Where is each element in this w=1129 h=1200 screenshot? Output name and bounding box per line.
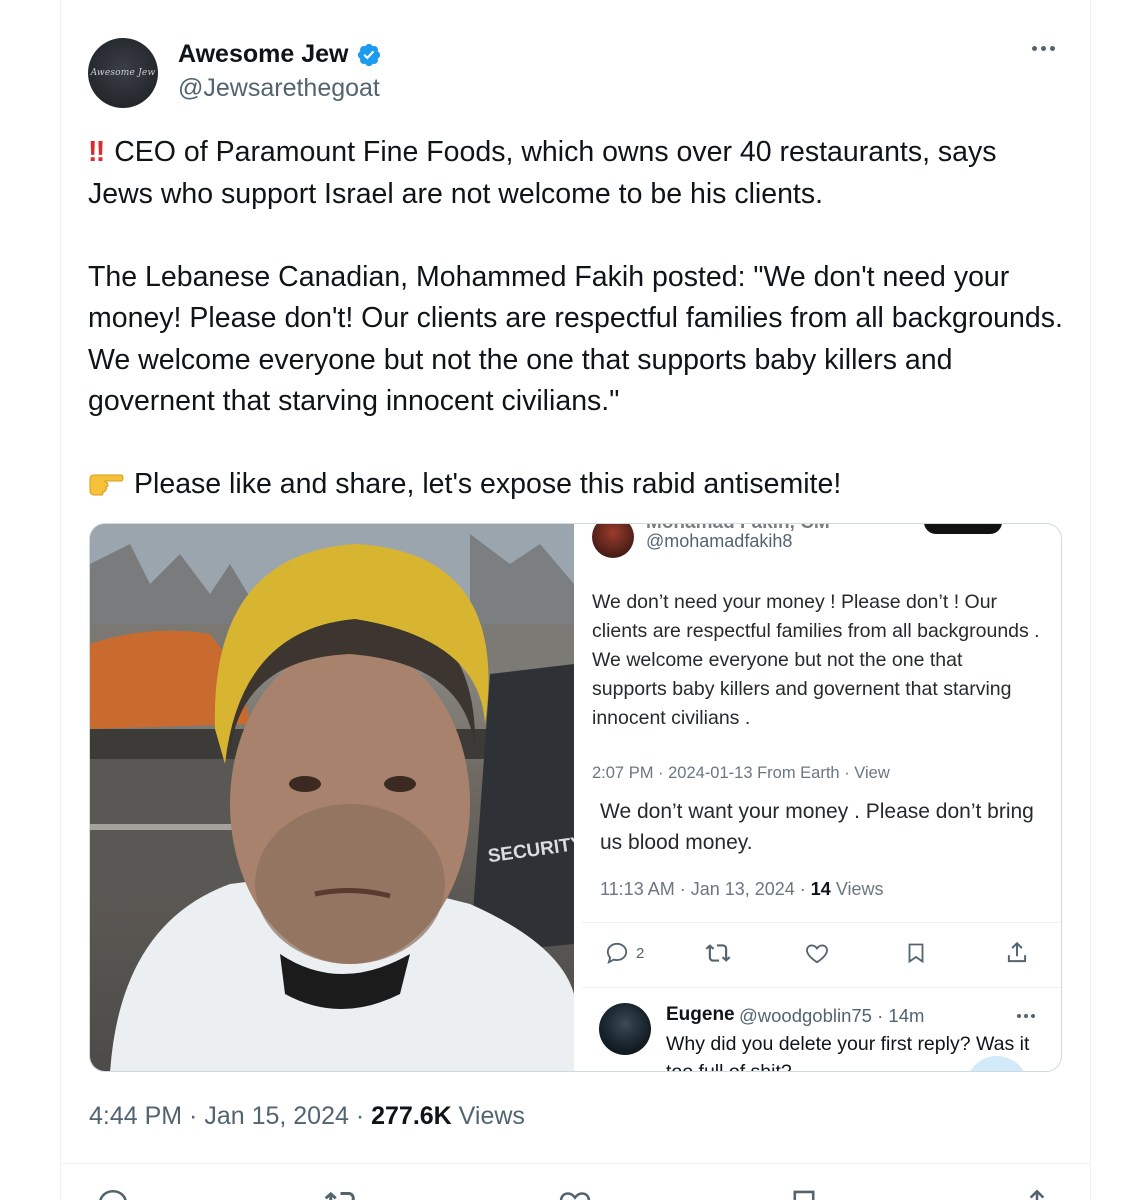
bookmark-icon [793, 1190, 815, 1200]
bookmark-icon [908, 943, 924, 964]
reply-icon [99, 1189, 127, 1200]
tweet-timestamp-views[interactable]: 4:44 PM · Jan 15, 2024 · 277.6K Views [89, 1102, 525, 1131]
video-thumbnail[interactable]: SECURITY [90, 524, 574, 1071]
share-icon [1029, 1189, 1045, 1200]
screenshot-bookmark-action [904, 940, 928, 966]
avatar-text: Awesome Jew [90, 68, 156, 78]
tweet-action-bar [95, 1186, 1055, 1200]
reply-avatar [599, 1003, 651, 1055]
repost-icon [324, 1191, 355, 1200]
pointing-finger-emoji-icon [89, 474, 124, 496]
media-card[interactable]: SECURITY Mohamad Fakih, CM @mohamadfakih… [89, 523, 1062, 1072]
screenshot-post-text: We don’t need your money ! Please don’t … [592, 591, 1040, 729]
heart-icon [559, 1192, 591, 1200]
screenshot-second-meta: 11:13 AM · Jan 13, 2024 · 14 Views [600, 879, 884, 899]
bookmark-button[interactable] [787, 1186, 833, 1200]
views-count: 277.6K [371, 1102, 452, 1130]
double-exclamation-emoji: ‼ [88, 136, 105, 168]
divider [61, 1163, 1091, 1164]
divider [582, 987, 1061, 988]
repost-icon [705, 944, 731, 962]
screenshot-handle: @mohamadfakih8 [646, 531, 793, 551]
screenshot-follow-pill [924, 524, 1002, 534]
reply-author-name: Eugene [666, 1004, 735, 1025]
reply-icon [606, 942, 628, 965]
screenshot-repost-action [704, 940, 732, 966]
screenshot-reply-count: 2 [636, 944, 645, 962]
divider [582, 922, 1061, 923]
reply-author-handle: @woodgoblin75 · 14m [739, 1005, 925, 1026]
heart-icon [806, 944, 828, 964]
tweet-text: ‼ CEO of Paramount Fine Foods, which owns… [88, 132, 1063, 506]
like-button[interactable] [557, 1186, 605, 1200]
screenshot-reply-action: 2 [604, 940, 644, 966]
share-icon [1007, 941, 1027, 963]
tweet-paragraph-1: CEO of Paramount Fine Foods, which owns … [88, 136, 997, 210]
screenshot-share-action [1004, 940, 1030, 966]
repost-button[interactable] [323, 1186, 373, 1200]
screenshot-panel: Mohamad Fakih, CM @mohamadfakih8 We don’… [574, 524, 1061, 1071]
share-button[interactable] [1020, 1186, 1054, 1200]
video-frame-illustration: SECURITY [90, 524, 574, 1071]
screenshot-post-meta: 2:07 PM · 2024-01-13 From Earth · View [592, 764, 890, 782]
author-avatar[interactable]: Awesome Jew [88, 38, 158, 108]
author-handle[interactable]: @Jewsarethegoat [178, 74, 380, 103]
tweet-paragraph-2: The Lebanese Canadian, Mohammed Fakih po… [88, 260, 1063, 418]
author-name-row[interactable]: Awesome Jew [178, 40, 382, 69]
screenshot-avatar [592, 524, 634, 558]
reply-button[interactable] [95, 1186, 143, 1200]
tweet-paragraph-3: Please like and share, let's expose this… [134, 468, 842, 500]
screenshot-like-action [804, 940, 830, 966]
verified-badge-icon[interactable] [356, 42, 382, 68]
reply-more-icon [1017, 1014, 1035, 1018]
screenshot-action-bar: 2 [604, 940, 1044, 970]
tweet-timestamp[interactable]: 4:44 PM · Jan 15, 2024 · [89, 1102, 371, 1130]
views-label: Views [451, 1102, 525, 1130]
more-options-icon[interactable] [1032, 46, 1055, 51]
screenshot-second-text: We don’t want your money . Please don’t … [600, 800, 1034, 854]
author-display-name[interactable]: Awesome Jew [178, 40, 348, 69]
